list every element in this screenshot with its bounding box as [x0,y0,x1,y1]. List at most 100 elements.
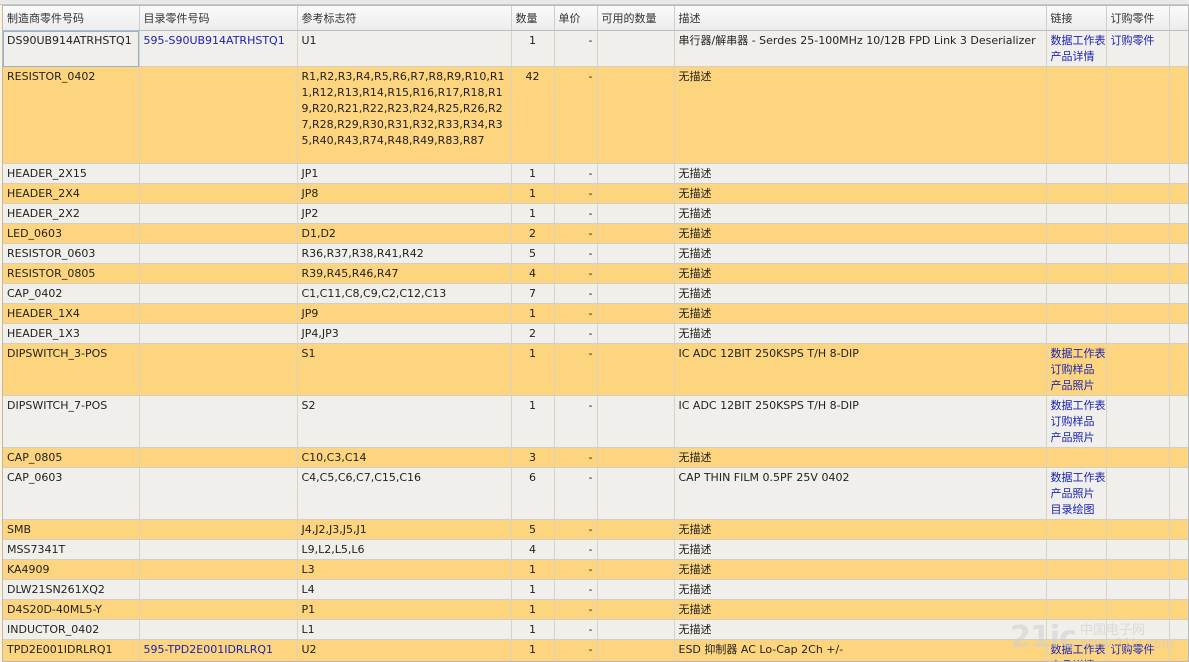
quantity-cell: 1 [511,30,555,67]
catalog-part-cell[interactable]: 595-S90UB914ATRHSTQ1 [139,30,298,67]
mfr-part-cell[interactable]: DLW21SN261XQ2 [3,579,140,600]
table-row[interactable]: CAP_0805 C10,C3,C14 3- 无描述 [3,447,1188,468]
mfr-part-cell[interactable]: RESISTOR_0805 [3,263,140,284]
spacer-cell [1169,263,1188,284]
quantity-cell: 4 [511,539,555,560]
table-row[interactable]: HEADER_1X3 JP4,JP3 2- 无描述 [3,323,1188,344]
unit-price-cell: - [554,619,598,640]
link-item[interactable]: 订购样品 [1051,362,1102,378]
table-row[interactable]: RESISTOR_0402 R1,R2,R3,R4,R5,R6,R7,R8,R9,… [3,66,1188,164]
link-item[interactable]: 数据工作表 [1051,346,1106,362]
mfr-part-cell[interactable]: HEADER_1X4 [3,303,140,324]
description-cell: 无描述 [674,323,1047,344]
description-cell: 串行器/解串器 - Serdes 25-100MHz 10/12B FPD Li… [674,30,1047,67]
mfr-part-cell[interactable]: HEADER_2X15 [3,163,140,184]
table-row[interactable]: HEADER_2X2 JP2 1- 无描述 [3,203,1188,224]
column-header-spacer [1169,6,1188,31]
quantity-cell: 7 [511,283,555,304]
watermark-logo: 21ic [1010,620,1077,655]
column-header-order[interactable]: 订购零件 [1106,6,1170,31]
links-cell [1046,599,1107,620]
table-row[interactable]: DLW21SN261XQ2 L4 1- 无描述 [3,579,1188,600]
links-cell [1046,203,1107,224]
description-cell: 无描述 [674,183,1047,204]
table-row[interactable]: DS90UB914ATRHSTQ1 595-S90UB914ATRHSTQ1 U1 1… [3,30,1188,67]
mfr-part-cell[interactable]: HEADER_2X2 [3,203,140,224]
table-row[interactable]: CAP_0402 C1,C11,C8,C9,C2,C12,C13 7- 无描述 [3,283,1188,304]
order-cell [1106,519,1170,540]
table-row[interactable]: DIPSWITCH_7-POS S2 1- IC ADC 12BIT 250KSPS … [3,395,1188,448]
column-header-description[interactable]: 描述 [674,6,1047,31]
table-row[interactable]: HEADER_2X15 JP1 1- 无描述 [3,163,1188,184]
link-item[interactable]: 数据工作表 [1051,470,1106,486]
order-cell [1106,323,1170,344]
table-row[interactable]: MSS7341T L9,L2,L5,L6 4- 无描述 [3,539,1188,560]
column-header-mfr-part[interactable]: 制造商零件号码 [3,6,140,31]
link-item[interactable]: 产品详情 [1051,49,1102,65]
order-cell-link[interactable]: 订购零件 [1111,34,1155,47]
links-cell [1046,283,1107,304]
catalog-part-cell-link[interactable]: 595-S90UB914ATRHSTQ1 [144,34,285,47]
column-header-links[interactable]: 链接 [1046,6,1107,31]
link-item[interactable]: 数据工作表 [1051,33,1106,49]
table-row[interactable]: RESISTOR_0603 R36,R37,R38,R41,R42 5- 无描述 [3,243,1188,264]
catalog-part-cell [139,203,298,224]
mfr-part-cell[interactable]: HEADER_1X3 [3,323,140,344]
mfr-part-cell[interactable]: INDUCTOR_0402 [3,619,140,640]
spacer-cell [1169,223,1188,244]
mfr-part-cell[interactable]: DIPSWITCH_7-POS [3,395,140,448]
order-cell[interactable]: 订购零件 [1106,30,1170,67]
table-row[interactable]: D4S20D-40ML5-Y P1 1- 无描述 [3,599,1188,620]
catalog-part-cell[interactable]: 595-TPD2E001IDRLRQ1 [139,639,298,661]
mfr-part-cell[interactable]: MSS7341T [3,539,140,560]
table-row[interactable]: DIPSWITCH_3-POS S1 1- IC ADC 12BIT 250KSPS … [3,343,1188,396]
unit-price-cell: - [554,323,598,344]
mfr-part-cell[interactable]: SMB [3,519,140,540]
mfr-part-cell[interactable]: CAP_0402 [3,283,140,304]
table-row[interactable]: HEADER_1X4 JP9 1- 无描述 [3,303,1188,324]
column-header-quantity[interactable]: 数量 [511,6,555,31]
links-cell: 数据工作表 订购样品 产品照片 [1046,343,1107,396]
link-item[interactable]: 产品照片 [1051,486,1102,502]
table-row[interactable]: LED_0603 D1,D2 2- 无描述 [3,223,1188,244]
link-item[interactable]: 数据工作表 [1051,398,1106,414]
mfr-part-cell[interactable]: DS90UB914ATRHSTQ1 [3,30,140,67]
mfr-part-cell[interactable]: KA4909 [3,559,140,580]
quantity-cell: 2 [511,323,555,344]
mfr-part-cell[interactable]: RESISTOR_0402 [3,66,140,164]
table-row[interactable]: HEADER_2X4 JP8 1- 无描述 [3,183,1188,204]
quantity-cell: 1 [511,203,555,224]
mfr-part-cell[interactable]: HEADER_2X4 [3,183,140,204]
spacer-cell [1169,467,1188,520]
mfr-part-cell[interactable]: CAP_0603 [3,467,140,520]
table-row[interactable]: SMB J4,J2,J3,J5,J1 5- 无描述 [3,519,1188,540]
mfr-part-cell[interactable]: DIPSWITCH_3-POS [3,343,140,396]
mfr-part-cell[interactable]: CAP_0805 [3,447,140,468]
table-row[interactable]: CAP_0603 C4,C5,C6,C7,C15,C16 6- CAP THIN FI… [3,467,1188,520]
mfr-part-cell[interactable]: TPD2E001IDRLRQ1 [3,639,140,661]
link-item[interactable]: 产品照片 [1051,378,1102,394]
link-item[interactable]: 目录绘图 [1051,502,1102,518]
mfr-part-cell[interactable]: LED_0603 [3,223,140,244]
catalog-part-cell [139,223,298,244]
reference-cell: C10,C3,C14 [297,447,512,468]
catalog-part-cell [139,467,298,520]
unit-price-cell: - [554,559,598,580]
column-header-catalog-part[interactable]: 目录零件号码 [139,6,298,31]
column-header-reference[interactable]: 参考标志符 [297,6,512,31]
table-row[interactable]: KA4909 L3 1- 无描述 [3,559,1188,580]
reference-cell: L1 [297,619,512,640]
description-cell: 无描述 [674,579,1047,600]
column-header-available[interactable]: 可用的数量 [597,6,675,31]
links-cell [1046,539,1107,560]
mfr-part-cell[interactable]: RESISTOR_0603 [3,243,140,264]
catalog-part-cell-link[interactable]: 595-TPD2E001IDRLRQ1 [144,643,274,656]
link-item[interactable]: 订购样品 [1051,414,1102,430]
link-item[interactable]: 产品照片 [1051,430,1102,446]
link-item[interactable]: 产品详情 [1051,658,1102,661]
spacer-cell [1169,163,1188,184]
column-header-unit-price[interactable]: 单价 [554,6,598,31]
table-row[interactable]: RESISTOR_0805 R39,R45,R46,R47 4- 无描述 [3,263,1188,284]
table-header-row: 制造商零件号码 目录零件号码 参考标志符 数量 单价 可用的数量 描述 链接 订… [3,6,1188,31]
mfr-part-cell[interactable]: D4S20D-40ML5-Y [3,599,140,620]
